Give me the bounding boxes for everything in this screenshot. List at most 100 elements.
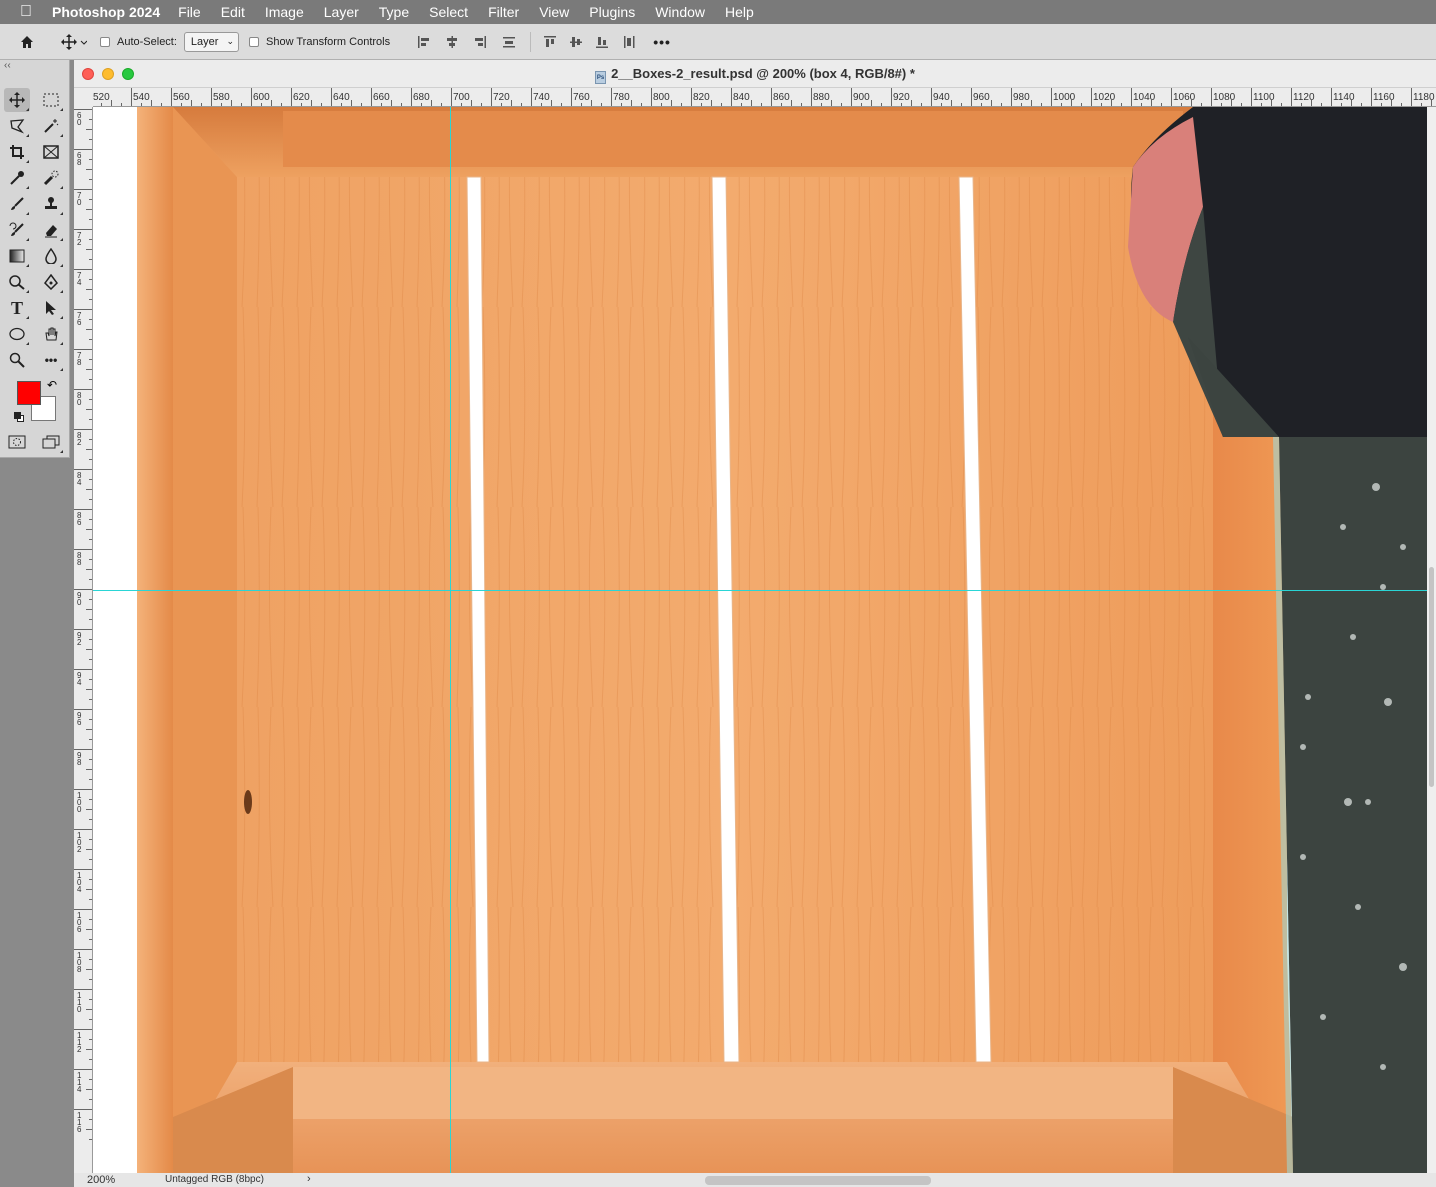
vertical-guide[interactable]: [450, 107, 451, 1173]
ruler-major-tick: [291, 88, 292, 106]
ruler-minor-tick: [351, 100, 352, 106]
ruler-label: 820: [693, 92, 710, 103]
apple-icon[interactable]: : [0, 3, 52, 21]
brush-icon: [11, 197, 24, 210]
type-tool[interactable]: T: [4, 296, 30, 320]
ruler-major-tick: [1131, 88, 1132, 106]
screen-mode-icon: [42, 435, 60, 449]
distribute-vertical-button[interactable]: [615, 30, 643, 54]
horizontal-guide[interactable]: [93, 590, 1427, 591]
ruler-minor-tick: [671, 100, 672, 106]
zoom-tool[interactable]: [4, 348, 30, 372]
auto-select-dropdown[interactable]: Layer ⌄: [183, 31, 239, 52]
foreground-color-swatch[interactable]: [17, 381, 41, 405]
ruler-minor-tick: [86, 1049, 92, 1050]
show-transform-check-box[interactable]: [249, 36, 259, 47]
ruler-label: 114: [77, 1071, 82, 1094]
ruler-major-tick: [74, 709, 92, 710]
ruler-minor-tick: [86, 569, 92, 570]
horizontal-scroll-thumb[interactable]: [705, 1176, 931, 1185]
screen-mode-button[interactable]: [38, 430, 64, 454]
healing-brush-tool[interactable]: [38, 166, 64, 190]
quick-mask-button[interactable]: [4, 430, 30, 454]
ruler-label: 88: [77, 551, 82, 567]
more-tools-button[interactable]: •••: [38, 348, 64, 372]
ruler-minor-tick: [86, 249, 92, 250]
align-middle-button[interactable]: [563, 30, 589, 54]
menu-type[interactable]: Type: [379, 4, 409, 20]
pen-tool[interactable]: [38, 270, 64, 294]
ruler-major-tick: [251, 88, 252, 106]
menu-select[interactable]: Select: [429, 4, 468, 20]
align-right-button[interactable]: [466, 30, 494, 54]
ruler-major-tick: [1051, 88, 1052, 106]
auto-select-checkbox[interactable]: [100, 30, 117, 54]
brush-tool[interactable]: [4, 192, 30, 216]
lasso-tool[interactable]: [4, 114, 30, 138]
menu-window[interactable]: Window: [655, 4, 705, 20]
vertical-scroll-thumb[interactable]: [1429, 567, 1434, 787]
frame-tool[interactable]: [38, 140, 64, 164]
ruler-label: 84: [77, 471, 82, 487]
document-canvas[interactable]: [93, 107, 1427, 1173]
ruler-minor-tick: [951, 100, 952, 106]
toolbox-collapse-icon[interactable]: ‹‹: [0, 60, 69, 86]
eyedropper-tool[interactable]: [4, 166, 30, 190]
menu-edit[interactable]: Edit: [221, 4, 245, 20]
pen-icon: [44, 274, 58, 290]
move-tool-preset[interactable]: [54, 30, 94, 54]
horizontal-ruler[interactable]: 520 540 560 580 600 620 640 660 680 700 720 740 760 7…: [93, 88, 1436, 107]
ruler-minor-tick: [86, 1009, 92, 1010]
status-expand-chevron-icon[interactable]: ›: [307, 1173, 311, 1185]
menu-plugins[interactable]: Plugins: [589, 4, 635, 20]
vertical-ruler[interactable]: 60 68 70 72 74 76 78 80 82 84 86 88 90 92 94 96 98 100 102…: [74, 107, 93, 1173]
home-button[interactable]: [0, 30, 54, 54]
ruler-major-tick: [811, 88, 812, 106]
ruler-minor-tick: [631, 100, 632, 106]
color-profile-info[interactable]: Untagged RGB (8bpc): [165, 1174, 264, 1185]
more-options-button[interactable]: •••: [643, 30, 681, 54]
blur-tool[interactable]: [38, 244, 64, 268]
ruler-major-tick: [74, 829, 92, 830]
menu-filter[interactable]: Filter: [488, 4, 519, 20]
zoom-level[interactable]: 200%: [87, 1174, 115, 1186]
ruler-minor-tick: [86, 449, 92, 450]
crop-tool[interactable]: [4, 140, 30, 164]
status-bar: 200% Untagged RGB (8bpc) ›: [74, 1173, 1436, 1187]
gradient-tool[interactable]: [4, 244, 30, 268]
align-bottom-button[interactable]: [589, 30, 615, 54]
psd-file-icon: Ps: [595, 71, 607, 84]
menu-image[interactable]: Image: [265, 4, 304, 20]
path-selection-tool[interactable]: [38, 296, 64, 320]
align-top-button[interactable]: [537, 30, 563, 54]
history-brush-tool[interactable]: [4, 218, 30, 242]
ruler-label: 106: [77, 911, 82, 934]
ruler-minor-tick: [151, 100, 152, 106]
eraser-tool[interactable]: [38, 218, 64, 242]
ruler-label: 1040: [1133, 92, 1156, 103]
swap-colors-icon[interactable]: ↶: [47, 378, 57, 392]
hand-tool[interactable]: [38, 322, 64, 346]
ruler-major-tick: [371, 88, 372, 106]
show-transform-checkbox[interactable]: [249, 30, 266, 54]
auto-select-check-box[interactable]: [100, 36, 110, 47]
ellipse-tool[interactable]: [4, 322, 30, 346]
clone-stamp-tool[interactable]: [38, 192, 64, 216]
menu-help[interactable]: Help: [725, 4, 754, 20]
menu-file[interactable]: File: [178, 4, 201, 20]
ruler-major-tick: [171, 88, 172, 106]
move-tool[interactable]: [4, 88, 30, 112]
align-left-button[interactable]: [410, 30, 438, 54]
ruler-minor-tick: [86, 809, 92, 810]
menu-view[interactable]: View: [539, 4, 569, 20]
stamp-icon: [45, 197, 57, 209]
align-center-h-button[interactable]: [438, 30, 466, 54]
dodge-tool[interactable]: [4, 270, 30, 294]
app-name-menu[interactable]: Photoshop 2024: [52, 4, 160, 20]
marquee-tool[interactable]: [38, 88, 64, 112]
magic-wand-tool[interactable]: [38, 114, 64, 138]
default-colors-icon[interactable]: [14, 412, 24, 422]
menu-layer[interactable]: Layer: [324, 4, 359, 20]
distribute-button[interactable]: [494, 30, 524, 54]
vertical-scrollbar[interactable]: [1427, 107, 1436, 1173]
